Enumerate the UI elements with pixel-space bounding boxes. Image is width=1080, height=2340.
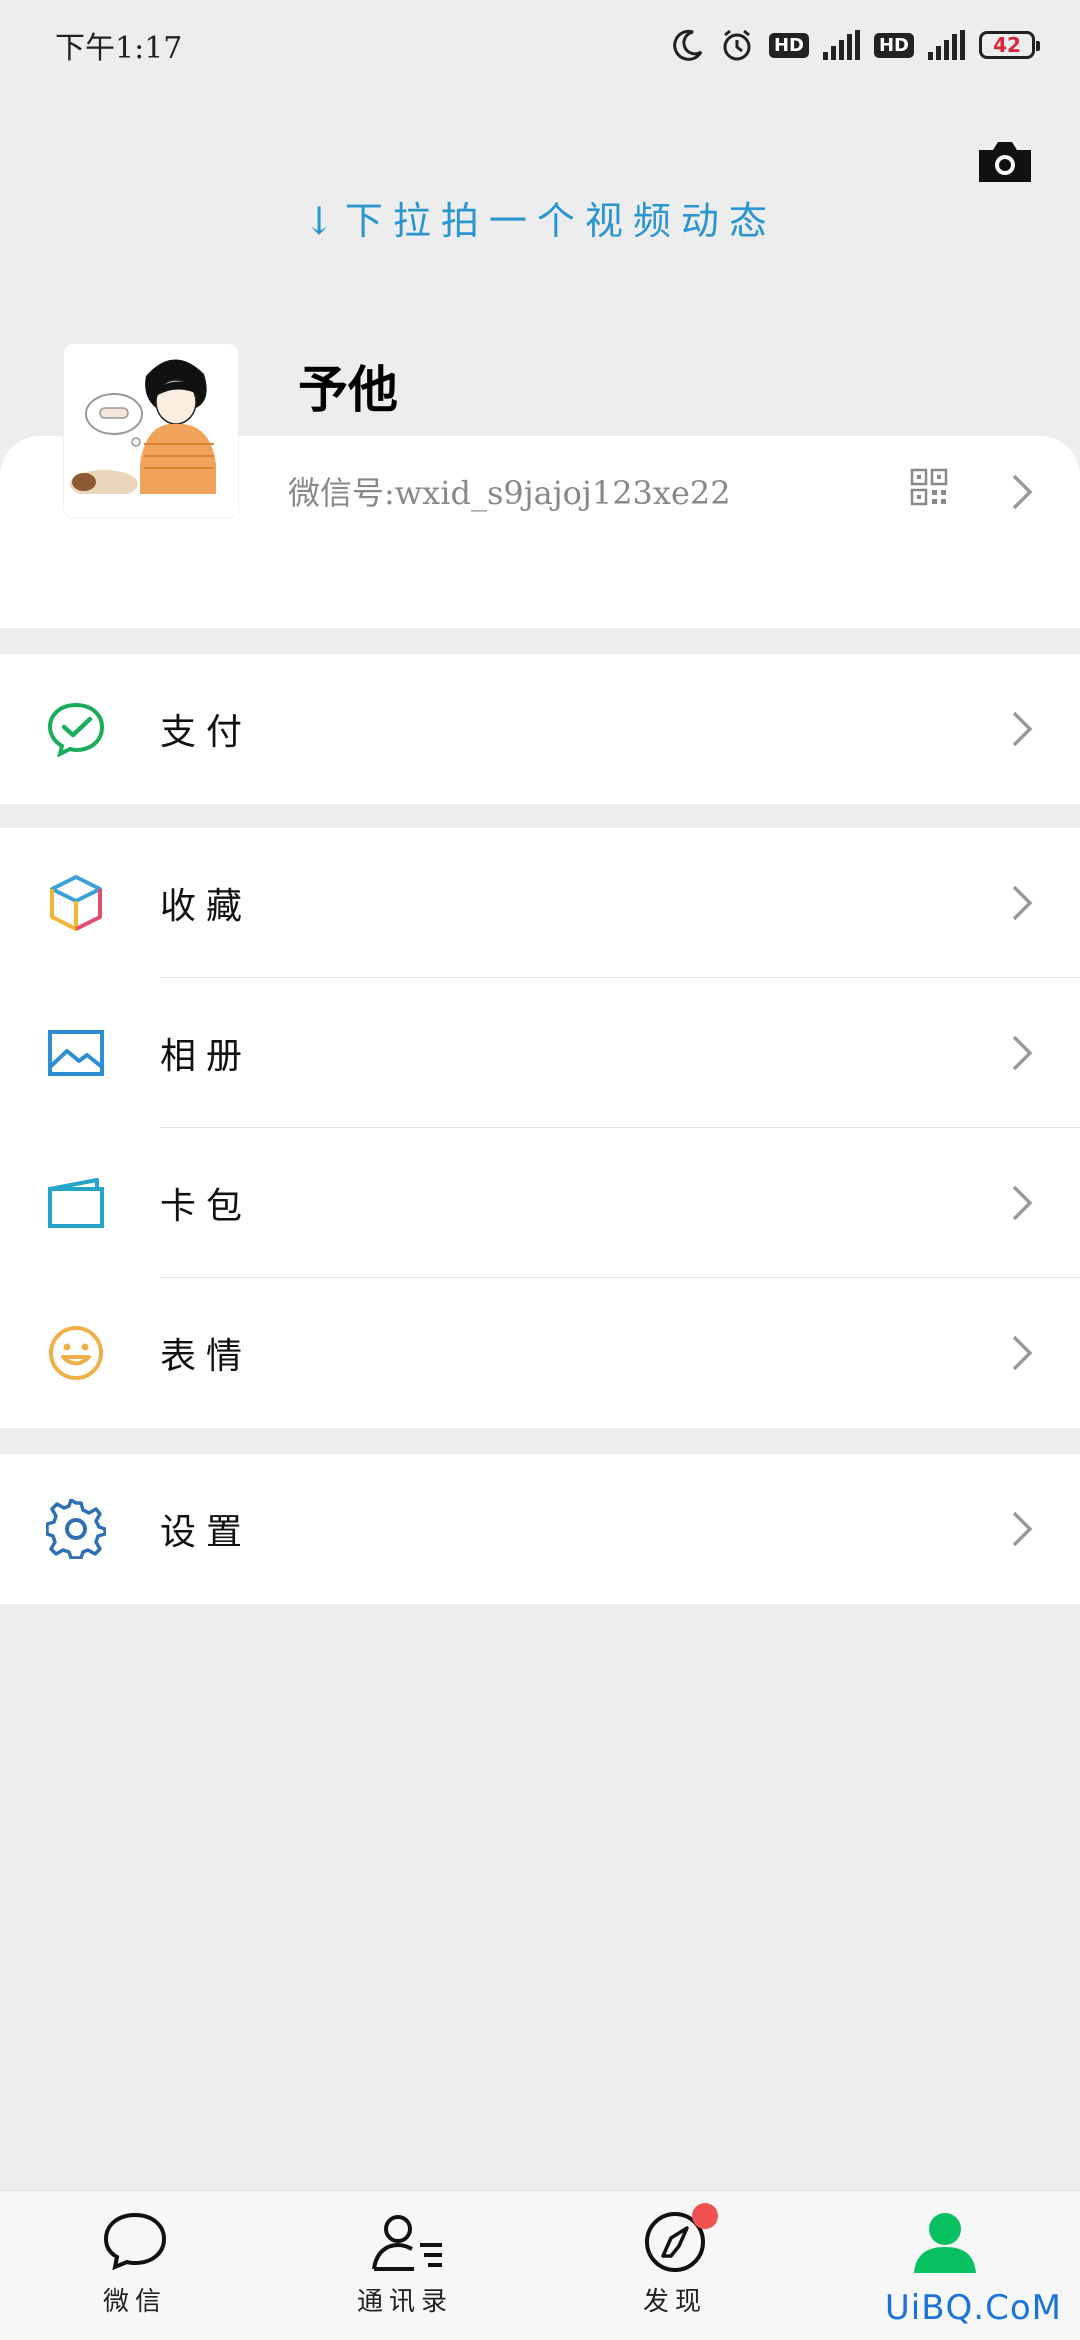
menu-item-settings[interactable]: 设置	[0, 1454, 1080, 1604]
pull-video-hint: ↓下拉拍一个视频动态	[303, 199, 777, 243]
nav-label-chats: 微信	[102, 2287, 167, 2317]
menu-item-cards[interactable]: 卡包	[0, 1128, 1080, 1278]
qr-code-icon[interactable]	[910, 468, 948, 506]
menu-item-stickers[interactable]: 表情	[0, 1278, 1080, 1428]
settings-group: 设置	[0, 1454, 1080, 1604]
nav-label-contacts: 通讯录	[356, 2287, 453, 2317]
chevron-right-icon	[1012, 1185, 1033, 1221]
menu-item-favorites[interactable]: 收藏	[0, 828, 1080, 978]
moon-icon	[673, 29, 703, 61]
status-time: 下午1:17	[55, 31, 183, 66]
battery-level: 42	[993, 33, 1021, 57]
compass-icon	[640, 2203, 718, 2275]
avatar-illustration	[64, 344, 238, 518]
hd-badge: HD	[768, 32, 809, 58]
chevron-right-icon	[1012, 1335, 1033, 1371]
menu-label-favorites: 收藏	[160, 886, 253, 927]
menu-label-cards: 卡包	[160, 1186, 253, 1227]
pay-group: 支付	[0, 654, 1080, 804]
menu-label-pay: 支付	[160, 712, 253, 753]
notification-dot	[692, 2203, 718, 2229]
cube-icon	[44, 871, 108, 935]
nav-tab-discover[interactable]: 发现	[540, 2191, 810, 2340]
menu-label-album: 相册	[160, 1036, 253, 1077]
menu-item-pay[interactable]: 支付	[0, 654, 1080, 804]
status-icons: HD HD 42	[671, 27, 1040, 63]
hd-badge-2: HD	[873, 32, 914, 58]
menu-label-settings: 设置	[160, 1512, 253, 1553]
chevron-right-icon	[1010, 472, 1034, 516]
menu-label-stickers: 表情	[160, 1336, 253, 1377]
image-icon	[44, 1021, 108, 1085]
gear-icon	[44, 1497, 108, 1561]
profile-wxid: 微信号:wxid_s9jajoj123xe22	[288, 474, 731, 512]
menu-item-album[interactable]: 相册	[0, 978, 1080, 1128]
nav-tab-contacts[interactable]: 通讯录	[270, 2191, 540, 2340]
contacts-icon	[370, 2209, 442, 2275]
chevron-right-icon	[1012, 1511, 1033, 1547]
camera-button[interactable]	[975, 138, 1035, 186]
status-bar: 下午1:17 HD HD 42	[0, 0, 1080, 90]
person-icon	[910, 2209, 980, 2275]
signal-icon	[822, 30, 860, 60]
alarm-icon	[723, 29, 751, 61]
tools-group: 收藏 相册 卡包 表情	[0, 828, 1080, 1428]
chat-bubble-icon	[100, 2209, 170, 2275]
chevron-right-icon	[1012, 885, 1033, 921]
nav-tab-chats[interactable]: 微信	[0, 2191, 270, 2340]
profile-nickname: 予他	[298, 360, 398, 419]
chevron-right-icon	[1012, 1035, 1033, 1071]
camera-icon	[979, 142, 1031, 182]
battery-icon: 42	[979, 31, 1040, 59]
card-icon	[44, 1171, 108, 1235]
avatar[interactable]	[64, 344, 238, 518]
chevron-right-icon	[1012, 711, 1033, 747]
watermark: UiBQ.CoM	[884, 2288, 1062, 2328]
signal-icon-2	[928, 30, 965, 60]
nav-label-discover: 发现	[642, 2287, 707, 2317]
smiley-icon	[44, 1321, 108, 1385]
wechat-pay-icon	[44, 697, 108, 761]
